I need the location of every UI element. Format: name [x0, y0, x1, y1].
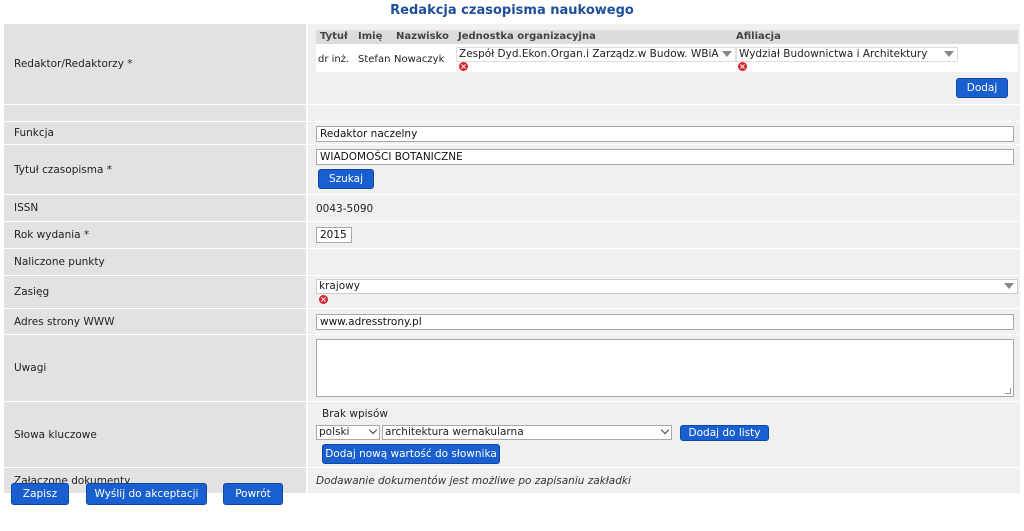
- search-journal-button[interactable]: Szukaj: [318, 169, 374, 189]
- editor-affiliation-value: Wydział Budownictwa i Architektury: [739, 48, 928, 60]
- remove-unit-icon[interactable]: ×: [459, 62, 468, 71]
- add-dictionary-value-button[interactable]: Dodaj nową wartość do słownika: [322, 444, 500, 464]
- chevron-down-icon: [722, 51, 732, 57]
- remove-affiliation-icon[interactable]: ×: [738, 62, 747, 71]
- website-cell: www.adresstrony.pl: [308, 309, 1020, 334]
- issn-row: ISSN 0043-5090: [4, 195, 1020, 222]
- notes-cell: [308, 335, 1020, 401]
- points-label: Naliczone punkty: [4, 249, 306, 275]
- attachments-note: Dodawanie dokumentów jest możliwe po zap…: [316, 475, 631, 487]
- chevron-down-icon: [944, 51, 954, 57]
- editor-affiliation-select[interactable]: Wydział Budownictwa i Architektury: [736, 47, 958, 62]
- editors-row: Redaktor/Redaktorzy * Tytuł Imię Nazwisk…: [4, 24, 1020, 105]
- editor-unit-value: Zespół Dyd.Ekon.Organ.i Zarządz.w Budow.…: [459, 48, 719, 60]
- year-input[interactable]: 2015: [316, 227, 352, 243]
- keywords-row: Słowa kluczowe Brak wpisów polski archit…: [4, 402, 1020, 468]
- website-input[interactable]: www.adresstrony.pl: [316, 314, 1014, 330]
- editor-table-row: dr inż. Stefan Nowaczyk Zespół Dyd.Ekon.…: [316, 44, 1018, 72]
- editor-title: dr inż.: [318, 54, 350, 65]
- function-row: Funkcja Redaktor naczelny: [4, 122, 1020, 145]
- year-cell: 2015: [308, 222, 1020, 248]
- journal-title-label: Tytuł czasopisma *: [4, 145, 306, 194]
- keyword-select[interactable]: architektura wernakularna: [382, 425, 672, 440]
- col-affiliation: Afiliacja: [736, 31, 781, 42]
- editors-label: Redaktor/Redaktorzy *: [4, 24, 306, 104]
- spacer-row: [4, 105, 1020, 122]
- add-to-list-button[interactable]: Dodaj do listy: [680, 425, 769, 441]
- website-label: Adres strony WWW: [4, 309, 306, 334]
- page-title: Redakcja czasopisma naukowego: [390, 3, 634, 18]
- col-title: Tytuł: [320, 31, 348, 42]
- points-row: Naliczone punkty: [4, 249, 1020, 276]
- col-unit: Jednostka organizacyjna: [458, 31, 596, 42]
- journal-title-row: Tytuł czasopisma * WIADOMOŚCI BOTANICZNE…: [4, 145, 1020, 195]
- resize-handle-icon[interactable]: [1005, 388, 1011, 394]
- keyword-language-select[interactable]: polski: [316, 425, 380, 440]
- col-last-name: Nazwisko: [396, 31, 449, 42]
- scope-label: Zasięg: [4, 276, 306, 308]
- year-label: Rok wydania *: [4, 222, 306, 248]
- notes-textarea[interactable]: [316, 339, 1014, 397]
- journal-title-input[interactable]: WIADOMOŚCI BOTANICZNE: [316, 149, 1014, 165]
- keyword-value: architektura wernakularna: [385, 426, 524, 438]
- year-row: Rok wydania * 2015: [4, 222, 1020, 249]
- issn-value: 0043-5090: [316, 203, 374, 215]
- editor-first-name: Stefan: [358, 54, 391, 65]
- back-button[interactable]: Powrót: [223, 483, 283, 505]
- col-first-name: Imię: [358, 31, 383, 42]
- points-cell: [308, 249, 1020, 275]
- remove-scope-icon[interactable]: ×: [319, 295, 328, 304]
- issn-cell: 0043-5090: [308, 195, 1020, 221]
- scope-select[interactable]: krajowy: [316, 279, 1018, 294]
- notes-label: Uwagi: [4, 335, 306, 401]
- spacer-label: [4, 105, 306, 121]
- chevron-down-icon: [660, 426, 670, 435]
- send-for-approval-button[interactable]: Wyślij do akceptacji: [86, 483, 207, 505]
- keywords-cell: Brak wpisów polski architektura wernakul…: [308, 402, 1020, 467]
- keyword-language-value: polski: [319, 426, 350, 438]
- function-value-cell: Redaktor naczelny: [308, 122, 1020, 144]
- attachments-cell: Dodawanie dokumentów jest możliwe po zap…: [308, 468, 1020, 493]
- function-label: Funkcja: [4, 122, 306, 144]
- website-row: Adres strony WWW www.adresstrony.pl: [4, 309, 1020, 335]
- chevron-down-icon: [368, 426, 378, 435]
- function-input[interactable]: Redaktor naczelny: [316, 126, 1014, 142]
- chevron-down-icon: [1004, 283, 1014, 289]
- issn-label: ISSN: [4, 195, 306, 221]
- scope-row: Zasięg krajowy ×: [4, 276, 1020, 309]
- spacer-value: [308, 105, 1020, 121]
- notes-row: Uwagi: [4, 335, 1020, 402]
- save-button[interactable]: Zapisz: [11, 483, 69, 505]
- editor-unit-select[interactable]: Zespół Dyd.Ekon.Organ.i Zarządz.w Budow.…: [456, 47, 736, 62]
- editors-table-header: Tytuł Imię Nazwisko Jednostka organizacy…: [316, 30, 1018, 44]
- editor-last-name: Nowaczyk: [394, 54, 445, 65]
- keywords-label: Słowa kluczowe: [4, 402, 306, 467]
- add-editor-button[interactable]: Dodaj: [956, 78, 1008, 98]
- editors-value: Tytuł Imię Nazwisko Jednostka organizacy…: [308, 24, 1020, 104]
- scope-value: krajowy: [319, 280, 360, 292]
- journal-title-cell: WIADOMOŚCI BOTANICZNE Szukaj: [308, 145, 1020, 194]
- keywords-empty-text: Brak wpisów: [322, 408, 389, 420]
- scope-cell: krajowy ×: [308, 276, 1020, 308]
